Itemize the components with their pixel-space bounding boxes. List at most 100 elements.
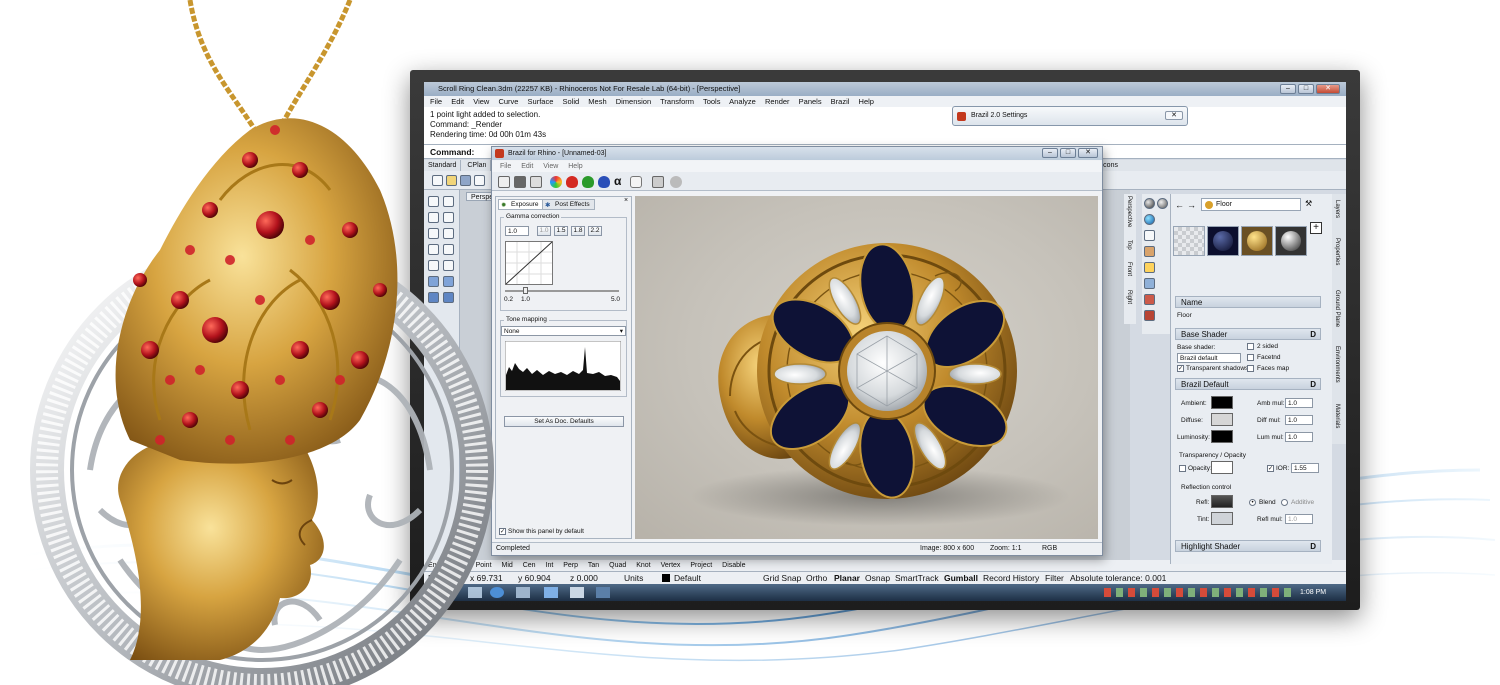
render-minimize-button[interactable]: –: [1042, 148, 1058, 158]
refl-mul-field[interactable]: 1.0: [1285, 514, 1313, 524]
menu-surface[interactable]: Surface: [528, 97, 554, 106]
toggle-record-history[interactable]: Record History: [983, 572, 1039, 584]
ambient-swatch[interactable]: [1211, 396, 1233, 409]
brazil-settings-window[interactable]: Brazil 2.0 Settings ✕: [952, 106, 1188, 126]
rgb-channel-icon[interactable]: [550, 176, 562, 188]
gamma-preset-1-0[interactable]: 1.0: [537, 226, 551, 236]
menu-solid[interactable]: Solid: [563, 97, 580, 106]
close-button[interactable]: ✕: [1316, 84, 1340, 94]
lum-mul-field[interactable]: 1.0: [1285, 432, 1313, 442]
menu-tools[interactable]: Tools: [703, 97, 721, 106]
diff-mul-field[interactable]: 1.0: [1285, 415, 1313, 425]
osnap-project[interactable]: Project: [690, 562, 712, 569]
minimize-button[interactable]: –: [1280, 84, 1296, 94]
section-control[interactable]: D: [1310, 541, 1316, 552]
panel-close-icon[interactable]: ×: [624, 197, 628, 204]
alpha-channel-icon[interactable]: α: [614, 175, 626, 188]
material-name-value[interactable]: Floor: [1177, 312, 1192, 319]
maximize-button[interactable]: □: [1298, 84, 1314, 94]
menu-render[interactable]: Render: [765, 97, 790, 106]
blue-channel-icon[interactable]: [598, 176, 610, 188]
facet-checkbox[interactable]: [1247, 354, 1254, 361]
tab-layers[interactable]: Layers: [1334, 200, 1340, 218]
base-shader-select[interactable]: Brazil default: [1177, 353, 1241, 363]
stop-icon[interactable]: [670, 176, 682, 188]
gamma-slider-thumb[interactable]: [523, 287, 528, 294]
app-icon[interactable]: [544, 587, 558, 598]
toggle-osnap[interactable]: Osnap: [865, 572, 890, 584]
vtab-top[interactable]: Top: [1126, 240, 1132, 250]
toggle-gumball[interactable]: Gumball: [944, 572, 978, 584]
ior-checkbox[interactable]: ✓: [1267, 465, 1274, 472]
rendered-image[interactable]: [635, 196, 1098, 539]
menu-analyze[interactable]: Analyze: [729, 97, 756, 106]
toggle-ortho[interactable]: Ortho: [806, 572, 827, 584]
tint-swatch[interactable]: [1211, 512, 1233, 525]
environment-icon[interactable]: [1144, 230, 1155, 241]
tray-icons[interactable]: [1104, 588, 1294, 597]
osnap-tan[interactable]: Tan: [588, 562, 599, 569]
render-menu-help[interactable]: Help: [568, 163, 582, 170]
tab-materials[interactable]: Materials: [1334, 404, 1340, 428]
transparent-shadows-checkbox[interactable]: ✓: [1177, 365, 1184, 372]
opacity-checkbox[interactable]: [1179, 465, 1186, 472]
menu-mesh[interactable]: Mesh: [588, 97, 606, 106]
two-sided-checkbox[interactable]: [1247, 343, 1254, 350]
gamma-preset-1-8[interactable]: 1.8: [571, 226, 585, 236]
material-thumb-chrome[interactable]: [1275, 226, 1307, 256]
faces-map-checkbox[interactable]: [1247, 365, 1254, 372]
green-channel-icon[interactable]: [582, 176, 594, 188]
light-icon[interactable]: [1144, 262, 1155, 273]
vtab-perspective[interactable]: Perspective: [1126, 196, 1132, 227]
brazil-settings-close-button[interactable]: ✕: [1165, 111, 1183, 120]
set-doc-defaults-button[interactable]: Set As Doc. Defaults: [504, 416, 624, 427]
menu-panels[interactable]: Panels: [799, 97, 822, 106]
section-control[interactable]: D: [1310, 379, 1316, 390]
shaded-icon[interactable]: [1144, 198, 1155, 209]
osnap-perp[interactable]: Perp: [563, 562, 578, 569]
status-layer[interactable]: Default: [674, 572, 701, 584]
red-channel-icon[interactable]: [566, 176, 578, 188]
gamma-preset-2-2[interactable]: 2.2: [588, 226, 602, 236]
render-icon[interactable]: [1144, 214, 1155, 225]
post-effects-icon[interactable]: [652, 176, 664, 188]
menu-dimension[interactable]: Dimension: [616, 97, 651, 106]
toggle-planar[interactable]: Planar: [834, 572, 860, 584]
luminosity-swatch[interactable]: [1211, 430, 1233, 443]
render-close-button[interactable]: ✕: [1078, 148, 1098, 158]
toggle-smarttrack[interactable]: SmartTrack: [895, 572, 939, 584]
tab-post-effects[interactable]: ✱ Post Effects: [542, 199, 595, 210]
render-menu-view[interactable]: View: [543, 163, 558, 170]
forward-arrow-icon[interactable]: →: [1187, 200, 1196, 210]
texture-icon[interactable]: [1144, 294, 1155, 305]
osnap-int[interactable]: Int: [546, 562, 554, 569]
diffuse-swatch[interactable]: [1211, 413, 1233, 426]
osnap-vertex[interactable]: Vertex: [661, 562, 681, 569]
add-material-button[interactable]: +: [1310, 222, 1322, 234]
base-shader-section[interactable]: Base Shader D: [1175, 328, 1321, 340]
gamma-preset-1-5[interactable]: 1.5: [554, 226, 568, 236]
back-arrow-icon[interactable]: ←: [1175, 200, 1184, 210]
osnap-cen[interactable]: Cen: [523, 562, 536, 569]
toggle-filter[interactable]: Filter: [1045, 572, 1064, 584]
material-thumb-gold[interactable]: [1241, 226, 1273, 256]
brazil-default-section[interactable]: Brazil Default D: [1175, 378, 1321, 390]
refl-swatch[interactable]: [1211, 495, 1233, 508]
menu-transform[interactable]: Transform: [660, 97, 694, 106]
tab-properties[interactable]: Properties: [1334, 238, 1340, 265]
app-icon[interactable]: [596, 587, 610, 598]
rendered-icon[interactable]: [1157, 198, 1168, 209]
wrench-icon[interactable]: ⚒: [1305, 199, 1312, 208]
opacity-swatch[interactable]: [1211, 461, 1233, 474]
blend-radio[interactable]: •: [1249, 499, 1256, 506]
highlight-shader-section[interactable]: Highlight Shader D: [1175, 540, 1321, 552]
toggle-grid-snap[interactable]: Grid Snap: [763, 572, 801, 584]
render-menu-edit[interactable]: Edit: [521, 163, 533, 170]
menu-brazil[interactable]: Brazil: [831, 97, 850, 106]
rhino-task-icon[interactable]: [570, 587, 584, 598]
tab-ground-plane[interactable]: Ground Plane: [1334, 290, 1340, 327]
material-selector[interactable]: Floor: [1201, 198, 1301, 211]
menu-help[interactable]: Help: [859, 97, 874, 106]
mono-icon[interactable]: [630, 176, 642, 188]
vtab-right[interactable]: Right: [1126, 290, 1132, 304]
